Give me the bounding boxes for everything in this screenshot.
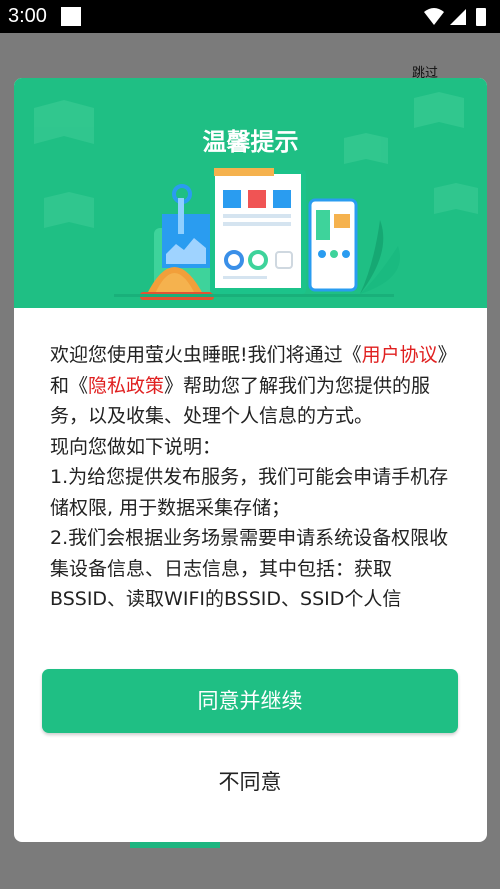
disagree-button[interactable]: 不同意	[42, 754, 458, 810]
dialog-content: 欢迎您使用萤火虫睡眠!我们将通过《用户协议》和《隐私政策》帮助您了解我们为您提供…	[50, 340, 460, 642]
privacy-policy-link[interactable]: 隐私政策	[88, 375, 164, 397]
status-bar: 3:00	[0, 0, 500, 33]
explanation-heading: 现向您做如下说明：	[50, 435, 222, 458]
notification-icon	[61, 7, 81, 26]
status-icons	[424, 8, 486, 26]
user-agreement-link[interactable]: 用户协议	[362, 344, 438, 366]
illustration-image	[114, 168, 401, 300]
intro-paragraph: 欢迎您使用萤火虫睡眠!我们将通过《用户协议》和《隐私政策》帮助您了解我们为您提供…	[50, 340, 460, 432]
dialog-title: 温馨提示	[202, 128, 299, 156]
dialog-header: 温馨提示	[14, 78, 487, 308]
permission-item-device: 2.我们会根据业务场景需要申请系统设备权限收集设备信息、日志信息，其中包括：获取…	[50, 527, 449, 610]
status-time: 3:00	[8, 5, 47, 27]
wifi-icon	[424, 8, 444, 25]
signal-icon	[450, 9, 466, 25]
agree-continue-button[interactable]: 同意并继续	[42, 669, 458, 733]
privacy-dialog: 温馨提示 欢迎您使用萤火虫睡眠!我们将通过《用户协议》和《隐私政策》帮助您了解我…	[14, 78, 487, 842]
battery-icon	[476, 8, 486, 26]
permission-item-storage: 1.为给您提供发布服务，我们可能会申请手机存储权限, 用于数据采集存储；	[50, 466, 449, 519]
intro-text-1: 欢迎您使用萤火虫睡眠!我们将通过《	[50, 344, 362, 366]
